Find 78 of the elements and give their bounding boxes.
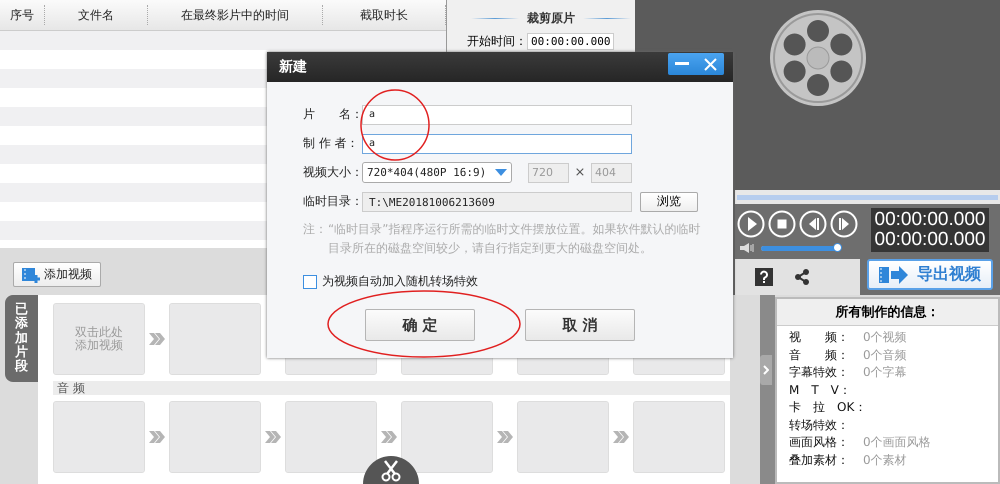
column-header: 序号 xyxy=(0,5,45,25)
highlight-ellipse xyxy=(360,89,430,161)
total-time: 00:00:00.000 xyxy=(874,230,986,250)
field-label: 片 名： xyxy=(303,106,362,123)
times-sign: × xyxy=(574,165,586,180)
checkbox-label: 为视频自动加入随机转场特效 xyxy=(322,273,478,290)
info-label: 字幕特效： xyxy=(789,364,850,382)
field-label: 视频大小： xyxy=(303,164,362,181)
info-label: 视 频： xyxy=(789,329,850,346)
double-chevron-icon xyxy=(612,430,630,444)
speaker-icon xyxy=(739,242,755,254)
info-label: 画面风格： xyxy=(789,434,850,452)
confirm-button[interactable]: 确 定 xyxy=(365,309,475,341)
caret-down-icon xyxy=(495,169,507,176)
clip-slot[interactable] xyxy=(401,401,493,473)
step-back-icon[interactable] xyxy=(799,210,827,238)
directory-field: T:\ME20181006213609 xyxy=(362,192,632,212)
note-label: 注： xyxy=(303,221,328,238)
text-field[interactable]: a xyxy=(362,104,632,124)
placeholder-text: 双击此处添加视频 xyxy=(75,326,123,352)
chevron-right-icon xyxy=(763,365,769,375)
column-header: 截取时长 xyxy=(322,5,446,25)
double-chevron-icon xyxy=(148,332,166,346)
info-label: 音 频： xyxy=(789,346,850,364)
field-label: 临时目录： xyxy=(303,193,362,210)
close-icon xyxy=(704,58,716,70)
panel-title: 所有制作的信息： xyxy=(777,299,998,326)
info-value: 0个视频 xyxy=(863,329,907,346)
dialog-title: 新建 xyxy=(279,58,307,76)
panel-title: 裁剪原片 xyxy=(527,10,575,27)
clip-slot[interactable] xyxy=(169,401,261,473)
height-field: 404 xyxy=(591,162,632,182)
info-value: 0个素材 xyxy=(863,452,907,469)
share-icon[interactable] xyxy=(793,268,811,286)
info-label: 叠加素材： xyxy=(789,452,850,469)
film-reel-icon xyxy=(768,8,868,108)
column-header: 在最终影片中的时间 xyxy=(148,5,323,25)
export-button[interactable]: 导出视频 xyxy=(867,259,993,290)
clip-slot[interactable] xyxy=(285,401,377,473)
double-chevron-icon xyxy=(380,430,398,444)
double-chevron-icon xyxy=(148,430,166,444)
double-chevron-icon xyxy=(264,430,282,444)
film-arrow-icon xyxy=(879,264,909,284)
volume-slider[interactable] xyxy=(759,242,843,254)
step-forward-icon[interactable] xyxy=(830,210,858,238)
text-field[interactable]: a xyxy=(362,134,632,154)
play-icon[interactable] xyxy=(737,210,765,238)
add-video-button[interactable]: 添加视频 xyxy=(13,262,101,287)
time-field[interactable]: 00:00:00.000 xyxy=(527,33,614,50)
width-field: 720 xyxy=(528,162,569,182)
checkbox[interactable] xyxy=(303,274,317,288)
info-label: 卡 拉 OK： xyxy=(789,399,863,416)
note-text: “临时目录”指程序运行所需的临时文件摆放位置。如果软件默认的临时目录所在的磁盘空间较少，请自行指定到更大的磁盘空间处。 xyxy=(328,221,701,257)
clip-slot[interactable] xyxy=(53,401,145,473)
field-label: 制 作 者： xyxy=(303,135,360,152)
info-label: 转场特效： xyxy=(789,416,850,434)
track-label: 音 频 xyxy=(53,381,730,395)
info-value: 0个字幕 xyxy=(863,364,907,382)
stop-icon[interactable] xyxy=(768,210,796,238)
column-header: 文件名 xyxy=(44,5,148,25)
size-dropdown[interactable]: 720*404(480P 16:9) xyxy=(362,162,512,183)
clip-slot[interactable] xyxy=(169,303,261,375)
collapse-tab[interactable] xyxy=(760,355,772,385)
scissors-icon xyxy=(381,460,401,482)
field-label: 开始时间： xyxy=(467,33,527,50)
double-chevron-icon xyxy=(496,430,514,444)
browse-button[interactable]: 浏览 xyxy=(640,192,698,212)
minimize-icon xyxy=(675,62,689,66)
help-icon[interactable] xyxy=(755,268,773,286)
info-value: 0个音频 xyxy=(863,346,907,364)
info-value: 0个画面风格 xyxy=(863,434,931,452)
side-tab[interactable]: 已添加片段 xyxy=(5,295,38,382)
film-plus-icon xyxy=(22,266,40,282)
cancel-button[interactable]: 取 消 xyxy=(525,309,635,341)
info-label: M T V： xyxy=(789,382,852,399)
clip-slot[interactable] xyxy=(517,401,609,473)
clip-slot[interactable] xyxy=(633,401,725,473)
current-time: 00:00:00.000 xyxy=(874,210,986,230)
